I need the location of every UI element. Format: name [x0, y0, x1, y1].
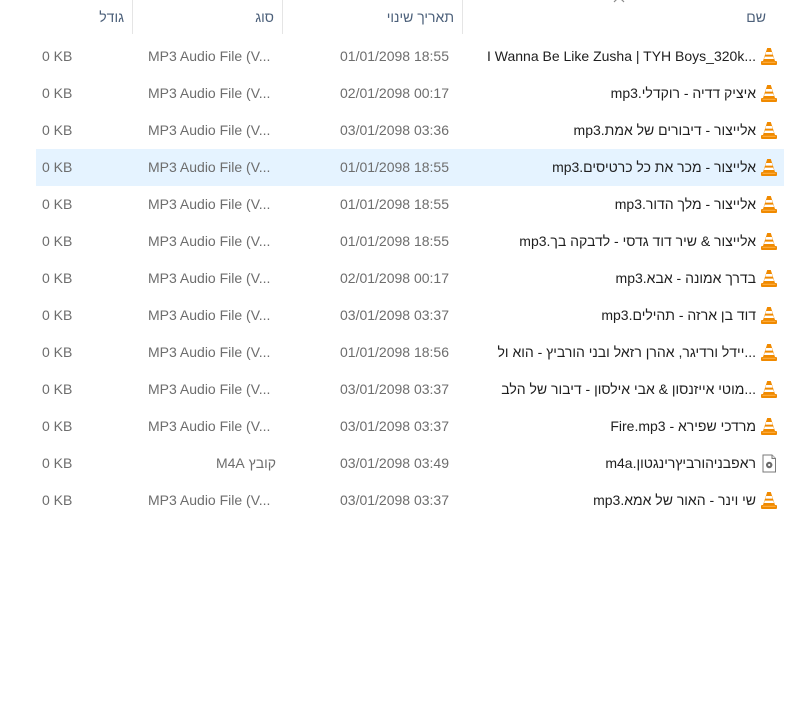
- file-size: 0 KB: [42, 196, 73, 212]
- file-type: MP3 Audio File (V...: [148, 48, 271, 64]
- vlc-cone-icon: [761, 492, 777, 509]
- file-name[interactable]: שי וינר - האור של אמא.mp3: [466, 482, 756, 519]
- column-header-size-label: גודל: [99, 9, 124, 25]
- file-name[interactable]: בדרך אמונה - אבא.mp3: [466, 260, 756, 297]
- file-row[interactable]: 0 KB MP3 Audio File (V... 03/01/2098 03:37…: [36, 371, 784, 408]
- column-header-date[interactable]: תאריך שינוי: [282, 0, 462, 34]
- file-type: MP3 Audio File (V...: [148, 122, 271, 138]
- column-header-name-label: שם: [746, 9, 766, 25]
- file-date-modified: 03/01/2098 03:37: [340, 381, 449, 397]
- file-name[interactable]: אלייצור - דיבורים של אמת.mp3: [466, 112, 756, 149]
- file-row[interactable]: 0 KB MP3 Audio File (V... 01/01/2098 18:55…: [36, 186, 784, 223]
- file-size: 0 KB: [42, 307, 73, 323]
- file-date-modified: 03/01/2098 03:37: [340, 307, 449, 323]
- column-header-type[interactable]: סוג: [132, 0, 282, 34]
- vlc-cone-icon: [761, 307, 777, 324]
- file-row[interactable]: 0 KB MP3 Audio File (V... 01/01/2098 18:56…: [36, 334, 784, 371]
- sort-up-chevron-icon: [613, 0, 625, 3]
- file-size: 0 KB: [42, 159, 73, 175]
- file-date-modified: 01/01/2098 18:55: [340, 196, 449, 212]
- vlc-cone-icon: [761, 270, 777, 287]
- file-row[interactable]: 0 KB MP3 Audio File (V... 03/01/2098 03:37…: [36, 297, 784, 334]
- vlc-cone-icon: [761, 196, 777, 213]
- file-size: 0 KB: [42, 418, 73, 434]
- file-date-modified: 01/01/2098 18:55: [340, 159, 449, 175]
- file-size: 0 KB: [42, 48, 73, 64]
- file-size: 0 KB: [42, 455, 73, 471]
- file-name[interactable]: איציק דדיה - רוקדלי.mp3: [466, 75, 756, 112]
- file-name[interactable]: ...יידל ורדיגר, אהרן רזאל ובני הורביץ - …: [466, 334, 757, 371]
- vlc-cone-icon: [761, 381, 777, 398]
- vlc-cone-icon: [761, 159, 777, 176]
- file-date-modified: 01/01/2098 18:55: [340, 48, 449, 64]
- audio-file-icon: [762, 454, 776, 473]
- vlc-cone-icon: [761, 122, 777, 139]
- file-size: 0 KB: [42, 492, 73, 508]
- vlc-cone-icon: [761, 418, 777, 435]
- file-name[interactable]: מרדכי שפירא - Fire.mp3: [466, 408, 756, 445]
- file-date-modified: 01/01/2098 18:56: [340, 344, 449, 360]
- file-type: MP3 Audio File (V...: [148, 270, 271, 286]
- file-date-modified: 02/01/2098 00:17: [340, 85, 449, 101]
- file-type: MP3 Audio File (V...: [148, 381, 271, 397]
- file-size: 0 KB: [42, 85, 73, 101]
- file-size: 0 KB: [42, 270, 73, 286]
- file-type: קובץ M4A: [215, 455, 276, 471]
- file-date-modified: 03/01/2098 03:37: [340, 418, 449, 434]
- file-row[interactable]: 0 KB קובץ M4A 03/01/2098 03:49 ראפבניהורביץ…: [36, 445, 784, 482]
- file-date-modified: 02/01/2098 00:17: [340, 270, 449, 286]
- file-row[interactable]: 0 KB MP3 Audio File (V... 01/01/2098 18:55…: [36, 223, 784, 260]
- column-header-type-label: סוג: [255, 9, 274, 25]
- file-type: MP3 Audio File (V...: [148, 196, 271, 212]
- file-type: MP3 Audio File (V...: [148, 85, 271, 101]
- file-row[interactable]: 0 KB MP3 Audio File (V... 03/01/2098 03:37…: [36, 482, 784, 519]
- file-date-modified: 01/01/2098 18:55: [340, 233, 449, 249]
- vlc-cone-icon: [761, 233, 777, 250]
- column-header-name[interactable]: שם: [462, 0, 784, 34]
- file-size: 0 KB: [42, 122, 73, 138]
- file-type: MP3 Audio File (V...: [148, 307, 271, 323]
- file-row[interactable]: 0 KB MP3 Audio File (V... 01/01/2098 18:55…: [36, 149, 784, 186]
- file-row[interactable]: 0 KB MP3 Audio File (V... 03/01/2098 03:37…: [36, 408, 784, 445]
- column-header-bar: גודל סוג תאריך שינוי שם: [32, 0, 784, 34]
- file-name[interactable]: אלייצור - מכר את כל כרטיסים.mp3: [466, 149, 756, 186]
- file-date-modified: 03/01/2098 03:37: [340, 492, 449, 508]
- column-header-date-label: תאריך שינוי: [386, 9, 454, 25]
- file-size: 0 KB: [42, 233, 73, 249]
- file-name[interactable]: ...I Wanna Be Like Zusha | TYH Boys_320k: [466, 38, 756, 75]
- file-row[interactable]: 0 KB MP3 Audio File (V... 02/01/2098 00:17…: [36, 75, 784, 112]
- vlc-cone-icon: [761, 48, 777, 65]
- file-name[interactable]: אלייצור & שיר דוד גדסי - לדבקה בך.mp3: [466, 223, 756, 260]
- file-date-modified: 03/01/2098 03:49: [340, 455, 449, 471]
- vlc-cone-icon: [761, 85, 777, 102]
- file-type: MP3 Audio File (V...: [148, 233, 271, 249]
- file-size: 0 KB: [42, 344, 73, 360]
- file-name[interactable]: אלייצור - מלך הדור.mp3: [466, 186, 756, 223]
- vlc-cone-icon: [761, 344, 777, 361]
- file-row[interactable]: 0 KB MP3 Audio File (V... 02/01/2098 00:17…: [36, 260, 784, 297]
- file-type: MP3 Audio File (V...: [148, 344, 271, 360]
- file-size: 0 KB: [42, 381, 73, 397]
- file-name[interactable]: דוד בן ארזה - תהילים.mp3: [466, 297, 756, 334]
- file-type: MP3 Audio File (V...: [148, 418, 271, 434]
- file-row[interactable]: 0 KB MP3 Audio File (V... 03/01/2098 03:36…: [36, 112, 784, 149]
- file-type: MP3 Audio File (V...: [148, 159, 271, 175]
- file-row[interactable]: 0 KB MP3 Audio File (V... 01/01/2098 18:55…: [36, 38, 784, 75]
- column-header-size[interactable]: גודל: [32, 0, 132, 34]
- file-name[interactable]: ראפבניהורביץרינגטון.m4a: [466, 445, 756, 482]
- file-date-modified: 03/01/2098 03:36: [340, 122, 449, 138]
- file-type: MP3 Audio File (V...: [148, 492, 271, 508]
- file-list: 0 KB MP3 Audio File (V... 01/01/2098 18:55…: [36, 38, 784, 519]
- file-name[interactable]: ...מוטי אייזנסון & אבי אילסון - דיבור של…: [466, 371, 756, 408]
